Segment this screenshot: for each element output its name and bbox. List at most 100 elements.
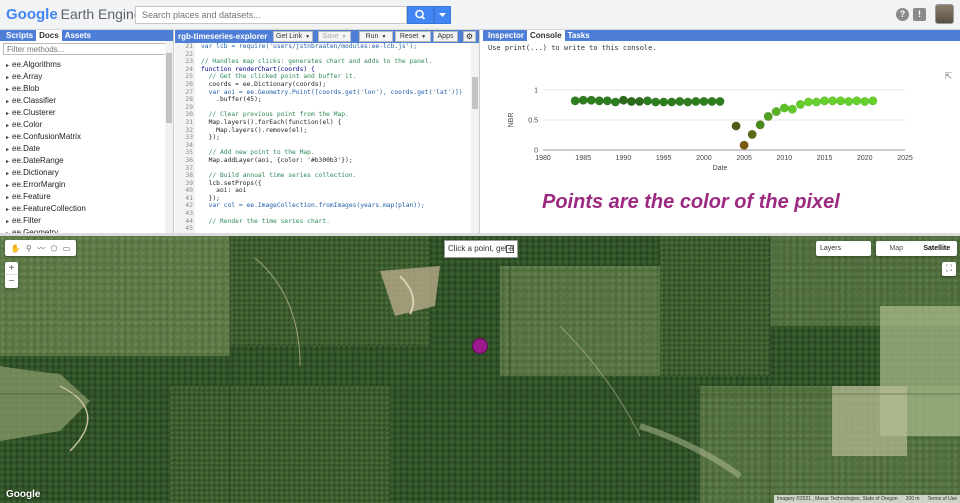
rectangle-draw-icon[interactable]: ▭ [63,244,71,253]
method-item[interactable]: ▸ ee.Feature [0,191,165,203]
get-link-label: Get Link [275,33,303,40]
code-line[interactable]: 45 [175,225,471,233]
method-item[interactable]: ▸ ee.ErrorMargin [0,179,165,191]
method-item[interactable]: ▸ ee.Array [0,71,165,83]
y-tick-label: 0.5 [528,118,538,125]
code-line[interactable]: 21 var lcb = require('users/jstnbraaten/m… [175,43,471,51]
search-options-button[interactable] [434,6,451,24]
fullscreen-icon[interactable]: ⛶ [942,262,956,276]
code-line[interactable]: 39 lcb.setProps({ [175,179,471,188]
method-item[interactable]: ▸ ee.Blob [0,83,165,95]
code-line[interactable]: 37 [175,164,471,173]
method-label: ee.FeatureCollection [12,204,86,213]
code-line[interactable]: 30 // Clear previous point from the Map. [175,111,471,119]
polygon-draw-icon[interactable]: ⬠ [50,244,57,253]
method-item[interactable]: ▸ ee.Algorithms [0,59,165,71]
code-line[interactable]: 36 Map.addLayer(aoi, {color: '#b300b3'})… [175,156,471,165]
save-button[interactable]: Save ▼ [318,31,351,42]
method-item[interactable]: ▸ ee.Clusterer [0,107,165,119]
method-item[interactable]: ▸ ee.Dictionary [0,167,165,179]
data-point [852,96,862,106]
code-line[interactable]: 25 // Get the clicked point and buffer i… [175,73,471,81]
code-area[interactable]: 21 var lcb = require('users/jstnbraaten/m… [175,43,471,233]
code-line[interactable]: 24 function renderChart(coords) { [175,65,471,74]
code-line[interactable]: 33 }); [175,134,471,142]
data-point [747,129,757,139]
method-item[interactable]: ▸ ee.Classifier [0,95,165,107]
tab-inspector[interactable]: Inspector [485,30,527,41]
run-button[interactable]: Run ▼ [359,31,393,42]
data-point [610,97,620,107]
method-item[interactable]: ▸ ee.ConfusionMatrix [0,131,165,143]
hint-checkbox[interactable]: ✓ [506,245,514,253]
method-item[interactable]: ▸ ee.Color [0,119,165,131]
docs-scrollbar[interactable] [165,41,173,233]
code-line[interactable]: 26 coords = ee.Dictionary(coords); [175,80,471,89]
data-point [667,97,677,107]
pan-hand-icon[interactable]: ✋ [11,244,21,253]
code-line[interactable]: 27 var aoi = ee.Geometry.Point([coords.g… [175,88,471,97]
gear-icon[interactable]: ⚙ [463,31,476,42]
layers-button[interactable]: Layers [816,241,871,256]
editor-scrollbar[interactable] [471,43,479,233]
method-label: ee.Blob [12,84,40,93]
code-line[interactable]: 23 // Handles map clicks: generates chart… [175,58,471,66]
method-label: ee.Color [12,120,43,129]
help-icon[interactable]: ? [896,8,909,21]
feedback-icon[interactable]: ! [913,8,926,21]
method-item[interactable]: ▸ ee.DateRange [0,155,165,167]
scrollbar-thumb[interactable] [166,53,172,123]
terms-link[interactable]: Terms of Use [928,495,957,503]
tab-assets[interactable]: Assets [62,30,94,41]
code-line[interactable]: 35 // Add new point to the Map. [175,149,471,157]
avatar[interactable] [935,4,954,24]
search-box[interactable] [135,6,407,24]
code-line[interactable]: 40 aoi: aoi [175,187,471,195]
reset-button[interactable]: Reset ▼ [395,31,431,42]
filter-methods-field[interactable] [3,43,170,55]
method-item[interactable]: ▸ ee.Date [0,143,165,155]
map-view[interactable]: ✋ ⚲ 〰 ⬠ ▭ + − Click a point, get a ✓ Lay… [0,236,960,503]
get-link-button[interactable]: Get Link ▼ [273,31,313,42]
code-line[interactable]: 28 .buffer(45); [175,96,471,104]
popout-icon[interactable]: ⇱ [944,71,952,82]
method-item[interactable]: ▸ ee.Filter [0,215,165,227]
map-type-map[interactable]: Map [876,241,917,256]
x-tick-label: 1995 [656,155,672,162]
code-line[interactable]: 22 [175,50,471,59]
point-marker-icon[interactable]: ⚲ [26,244,32,253]
tab-docs[interactable]: Docs [36,30,62,41]
filter-methods-input[interactable] [4,44,169,54]
apps-button[interactable]: Apps [433,31,458,42]
code-line[interactable]: 42 var col = ee.ImageCollection.fromImag… [175,202,471,211]
method-item[interactable]: ▸ ee.FeatureCollection [0,203,165,215]
satellite-imagery [0,236,960,503]
tab-scripts[interactable]: Scripts [3,30,36,41]
code-line[interactable]: 41 }); [175,194,471,203]
code-line[interactable]: 31 Map.layers().forEach(function(el) { [175,118,471,127]
code-line[interactable]: 38 // Build annual time series collectio… [175,172,471,180]
code-line[interactable]: 29 [175,103,471,112]
expand-arrow-icon: ▸ [6,63,10,69]
scrollbar-thumb[interactable] [472,77,478,109]
code-line[interactable]: 34 [175,141,471,150]
search-button[interactable] [407,6,434,24]
code-line[interactable]: 43 [175,210,471,218]
code-line[interactable]: 32 Map.layers().remove(el); [175,126,471,135]
logo-product-text: Earth Engine [60,6,142,22]
data-point [868,96,878,106]
line-draw-icon[interactable]: 〰 [37,243,45,254]
code-line[interactable]: 44 // Render the time series chart. [175,217,471,226]
search-input[interactable] [136,7,406,23]
method-label: ee.Algorithms [12,60,61,69]
earth-engine-logo[interactable]: Google Earth Engine [6,6,142,23]
map-type-satellite[interactable]: Satellite [917,241,958,256]
tab-tasks[interactable]: Tasks [565,30,593,41]
line-number: 22 [175,50,195,59]
line-number: 43 [175,210,195,218]
x-tick-label: 2025 [897,155,913,162]
tab-console[interactable]: Console [527,30,565,41]
zoom-out-button[interactable]: − [5,275,18,288]
zoom-in-button[interactable]: + [5,262,18,275]
chevron-down-icon: ▼ [381,34,387,40]
